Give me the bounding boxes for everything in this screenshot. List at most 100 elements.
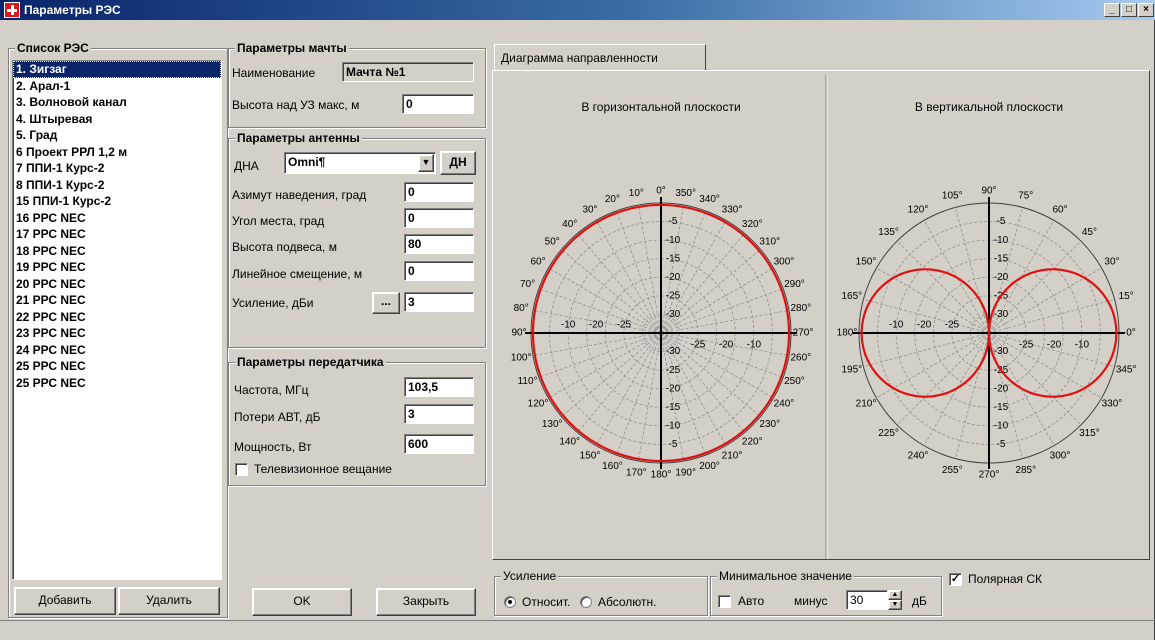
angle-label: 240°: [774, 399, 795, 410]
spin-up-icon[interactable]: ▲: [888, 590, 902, 600]
db-tick-label: -5: [669, 216, 678, 227]
list-item[interactable]: 20 РРС NEC: [13, 276, 221, 293]
angle-label: 60°: [530, 257, 545, 268]
polar-checkbox[interactable]: ✓: [949, 573, 962, 586]
list-item[interactable]: 22 РРС NEC: [13, 309, 221, 326]
res-listbox[interactable]: 1. Зигзаг 2. Арал-1 3. Волновой канал 4. Шт…: [12, 60, 222, 580]
angle-label: 280°: [790, 303, 811, 314]
db-tick-label: -10: [994, 420, 1009, 431]
absolute-radio[interactable]: [580, 596, 592, 608]
list-item[interactable]: 24 РРС NEC: [13, 342, 221, 359]
gain-input[interactable]: 3: [404, 292, 474, 312]
pattern-dn-button[interactable]: ДН: [440, 151, 476, 175]
angle-label: 20°: [605, 194, 620, 205]
angle-label: 330°: [1102, 399, 1123, 410]
angle-label: 45°: [1082, 227, 1097, 238]
minus-label: минус: [794, 594, 828, 608]
angle-label: 135°: [878, 227, 899, 238]
db-tick-label: -5: [997, 216, 1006, 227]
maximize-button[interactable]: □: [1121, 3, 1137, 17]
frequency-input[interactable]: 103,5: [404, 377, 474, 397]
list-item[interactable]: 19 РРС NEC: [13, 259, 221, 276]
offset-input[interactable]: 0: [404, 261, 474, 281]
elevation-input[interactable]: 0: [404, 208, 474, 228]
angle-label: 170°: [626, 467, 647, 478]
list-item[interactable]: 18 РРС NEC: [13, 243, 221, 260]
list-item[interactable]: 7 ППИ-1 Курс-2: [13, 160, 221, 177]
mast-height-input[interactable]: 0: [402, 94, 474, 114]
angle-label: 220°: [742, 436, 763, 447]
tv-broadcast-checkbox[interactable]: [235, 463, 248, 476]
gain-browse-button[interactable]: ...: [372, 292, 400, 314]
list-item[interactable]: 17 РРС NEC: [13, 226, 221, 243]
db-tick-label: -15: [994, 253, 1009, 264]
mount-height-input[interactable]: 80: [404, 234, 474, 254]
delete-button[interactable]: Удалить: [118, 587, 220, 615]
angle-label: 270°: [793, 328, 814, 339]
angle-label: 180°: [837, 328, 858, 339]
relative-label[interactable]: Относит.: [522, 595, 570, 609]
list-item[interactable]: 2. Арал-1: [13, 78, 221, 95]
transmitter-params-label: Параметры передатчика: [235, 355, 386, 369]
grid-spoke: [954, 332, 990, 459]
grid-spoke: [954, 207, 990, 334]
gain-label: Усиление, дБи: [232, 296, 314, 310]
spin-down-icon[interactable]: ▼: [888, 600, 902, 610]
angle-label: 310°: [759, 236, 780, 247]
add-button[interactable]: Добавить: [14, 587, 116, 615]
db-tick-label: -25: [617, 320, 632, 331]
pattern-label: ДНА: [234, 159, 259, 173]
list-item[interactable]: 15 ППИ-1 Курс-2: [13, 193, 221, 210]
pattern-select[interactable]: Omni¶: [284, 152, 436, 174]
auto-checkbox[interactable]: [718, 595, 731, 608]
angle-label: 80°: [514, 303, 529, 314]
tab-directivity-diagram[interactable]: Диаграмма направленности: [494, 44, 706, 70]
res-list-label: Список РЭС: [15, 41, 91, 55]
ok-button[interactable]: OK: [252, 588, 352, 616]
angle-label: 315°: [1079, 428, 1100, 439]
angle-label: 240°: [908, 451, 929, 462]
angle-label: 345°: [1116, 364, 1137, 375]
horizontal-polar-plot: 0° 10° 20° 30° 40°50°60° 70° 80° 90° 100° 110° 120…: [511, 186, 814, 481]
db-tick-label: -10: [561, 320, 576, 331]
grid-spoke: [863, 332, 990, 368]
azimuth-input[interactable]: 0: [404, 182, 474, 202]
list-item[interactable]: 1. Зигзаг: [13, 61, 221, 78]
absolute-label[interactable]: Абсолютн.: [598, 595, 656, 609]
list-item[interactable]: 25 РРС NEC: [13, 375, 221, 392]
title-bar[interactable]: Параметры РЭС _ □ ×: [0, 0, 1155, 20]
power-input[interactable]: 600: [404, 434, 474, 454]
angle-label: 30°: [582, 205, 597, 216]
power-label: Мощность, Вт: [234, 440, 312, 454]
close-window-button[interactable]: ×: [1138, 3, 1154, 17]
list-item[interactable]: 6 Проект РРЛ 1,2 м: [13, 144, 221, 161]
minimize-button[interactable]: _: [1104, 3, 1120, 17]
list-item[interactable]: 23 РРС NEC: [13, 325, 221, 342]
mast-name-field: Мачта №1: [342, 62, 474, 82]
db-tick-label: -10: [747, 340, 762, 351]
close-button[interactable]: Закрыть: [376, 588, 476, 616]
list-item[interactable]: 3. Волновой канал: [13, 94, 221, 111]
pattern-dropdown-arrow-icon[interactable]: ▼: [418, 154, 434, 172]
list-item[interactable]: 25 РРС NEC: [13, 358, 221, 375]
angle-label: 150°: [580, 451, 601, 462]
relative-radio[interactable]: [504, 596, 516, 608]
db-tick-label: -15: [994, 402, 1009, 413]
loss-input[interactable]: 3: [404, 404, 474, 424]
angle-label: 250°: [784, 376, 805, 387]
list-item[interactable]: 21 РРС NEC: [13, 292, 221, 309]
list-item[interactable]: 8 ППИ-1 Курс-2: [13, 177, 221, 194]
min-value-spinner[interactable]: 30: [846, 590, 888, 610]
list-item[interactable]: 4. Штыревая: [13, 111, 221, 128]
app-cross-icon: [4, 2, 20, 18]
angle-label: 90°: [981, 186, 996, 197]
polar-label: Полярная СК: [968, 572, 1042, 586]
mast-name-label: Наименование: [232, 66, 316, 80]
horizontal-plane-title: В горизонтальной плоскости: [581, 100, 740, 114]
list-item[interactable]: 5. Град: [13, 127, 221, 144]
angle-label: 0°: [656, 186, 666, 197]
db-tick-label: -15: [666, 402, 681, 413]
db-tick-label: -10: [666, 235, 681, 246]
angle-label: 100°: [511, 352, 532, 363]
list-item[interactable]: 16 РРС NEC: [13, 210, 221, 227]
